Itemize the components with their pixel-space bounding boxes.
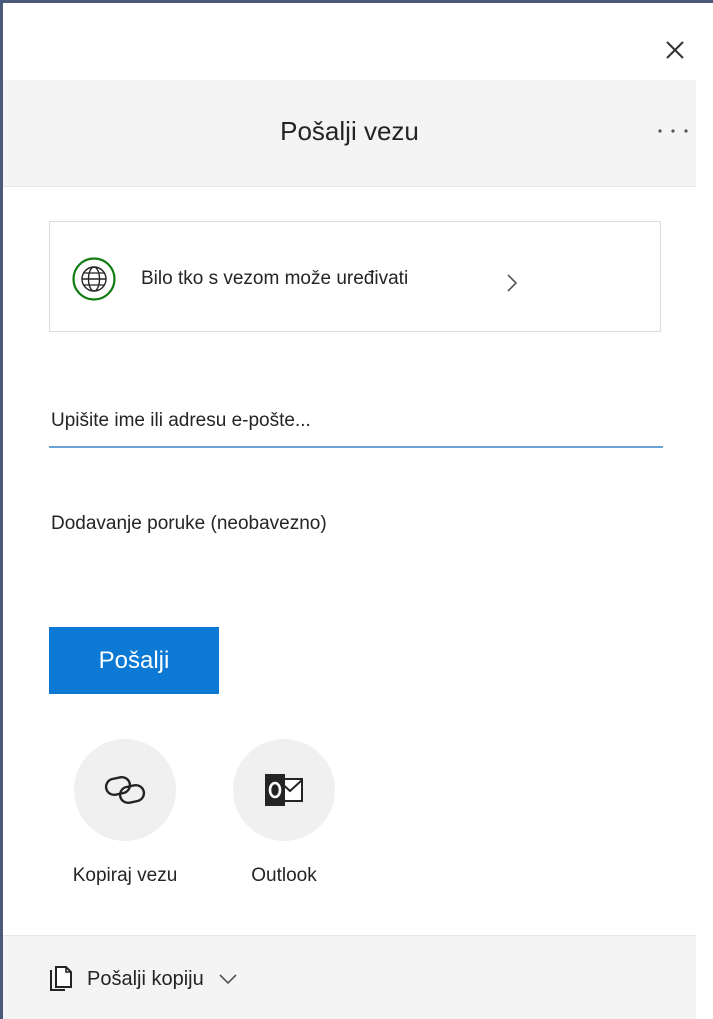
send-copy-label: Pošalji kopiju bbox=[87, 967, 204, 990]
copy-link-label: Kopiraj vezu bbox=[72, 865, 178, 886]
recipient-input[interactable] bbox=[49, 396, 663, 448]
link-permission-setting[interactable]: Bilo tko s vezom može uređivati bbox=[49, 221, 661, 332]
more-options-button[interactable] bbox=[653, 114, 693, 148]
dialog-title: Pošalji vezu bbox=[280, 116, 419, 146]
message-input[interactable] bbox=[49, 500, 663, 548]
link-icon bbox=[104, 775, 146, 805]
globe-icon bbox=[72, 257, 116, 301]
copy-link-circle bbox=[74, 739, 176, 841]
permission-text: Bilo tko s vezom može uređivati bbox=[141, 268, 409, 289]
close-icon bbox=[666, 41, 684, 59]
chevron-right-icon bbox=[507, 274, 518, 292]
dialog-footer: Pošalji kopiju bbox=[3, 935, 696, 1019]
copy-icon bbox=[50, 966, 72, 991]
chevron-down-icon bbox=[218, 973, 238, 985]
outlook-option[interactable]: Outlook bbox=[209, 739, 359, 899]
dialog-header: Pošalji vezu bbox=[3, 80, 696, 187]
send-copy-button[interactable]: Pošalji kopiju bbox=[49, 962, 238, 996]
outlook-label: Outlook bbox=[251, 865, 317, 886]
copy-link-option[interactable]: Kopiraj vezu bbox=[50, 739, 200, 899]
outlook-icon bbox=[265, 774, 303, 806]
more-options-icon bbox=[658, 129, 688, 133]
outlook-circle bbox=[233, 739, 335, 841]
send-button[interactable]: Pošalji bbox=[49, 627, 219, 694]
close-button[interactable] bbox=[658, 33, 692, 67]
send-link-dialog: Pošalji vezu Bilo tko s vezom može uređi… bbox=[0, 0, 713, 1019]
